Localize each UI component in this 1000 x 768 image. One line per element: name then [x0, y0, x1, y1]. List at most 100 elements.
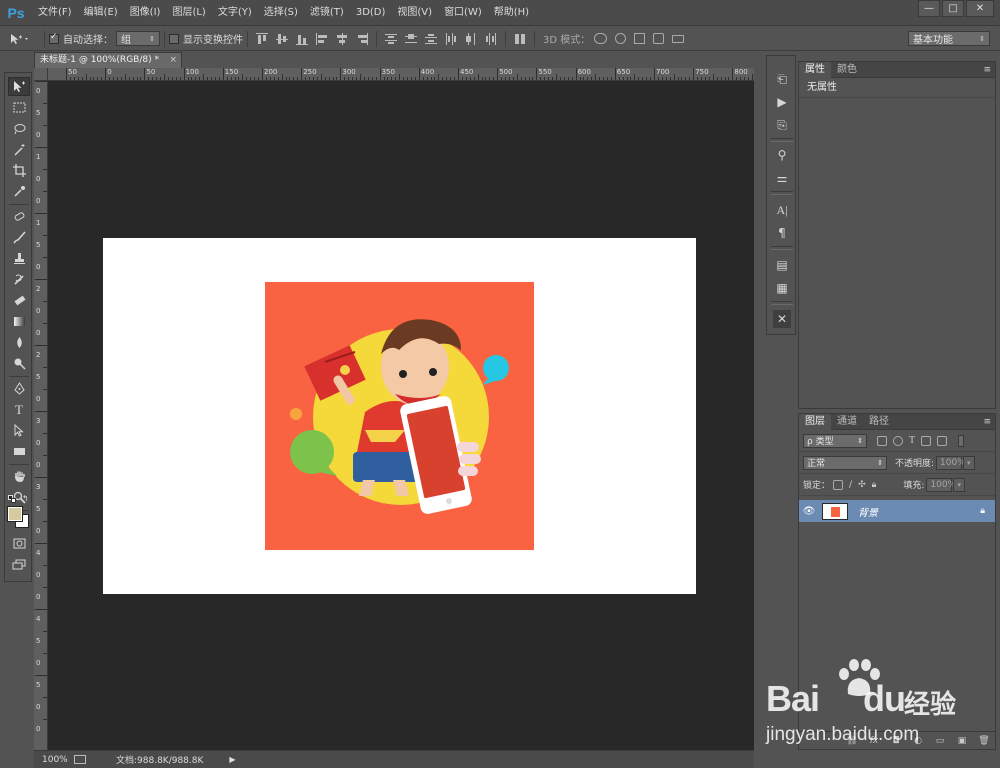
tools-panel-icon[interactable]: ✕	[773, 310, 791, 328]
maximize-button[interactable]: □	[942, 0, 964, 17]
document-tab[interactable]: 未标题-1 @ 100%(RGB/8) * ×	[34, 52, 182, 68]
layer-row-background[interactable]: 👁︎ 背景 🔒︎	[799, 500, 995, 522]
menu-view[interactable]: 视图(V)	[391, 0, 438, 26]
distribute-bottom-icon[interactable]	[425, 33, 437, 45]
menu-filter[interactable]: 滤镜(T)	[304, 0, 350, 26]
filter-toggle-icon[interactable]	[958, 434, 965, 447]
tab-channels[interactable]: 通道	[831, 414, 863, 430]
3d-pan-icon[interactable]	[634, 33, 646, 44]
align-hcenter-icon[interactable]	[336, 32, 348, 45]
fill-field[interactable]: 100%	[926, 477, 956, 492]
path-selection-tool-icon[interactable]	[8, 421, 30, 440]
menu-select[interactable]: 选择(S)	[258, 0, 304, 26]
menu-window[interactable]: 窗口(W)	[438, 0, 488, 26]
notes-panel-icon[interactable]: ▦	[773, 279, 791, 297]
opacity-field[interactable]: 100%	[936, 455, 966, 470]
dodge-tool-icon[interactable]	[8, 354, 30, 373]
lock-position-icon[interactable]: ✣	[858, 480, 866, 490]
filter-pixel-icon[interactable]	[877, 435, 887, 446]
foreground-color-swatch[interactable]	[7, 506, 23, 522]
ruler-origin[interactable]	[34, 68, 48, 81]
quick-mask-icon[interactable]	[8, 534, 30, 553]
marquee-tool-icon[interactable]	[8, 98, 30, 117]
align-top-icon[interactable]	[256, 32, 268, 45]
history-brush-tool-icon[interactable]	[8, 270, 30, 289]
auto-select-option[interactable]: 自动选择：	[49, 31, 113, 46]
tab-color[interactable]: 颜色	[831, 62, 863, 78]
align-right-icon[interactable]	[356, 32, 368, 45]
tab-paths[interactable]: 路径	[863, 414, 895, 430]
type-tool-icon[interactable]: T	[8, 400, 30, 419]
filter-type-icon[interactable]: T	[909, 435, 915, 446]
crop-tool-icon[interactable]	[8, 161, 30, 180]
pen-tool-icon[interactable]	[8, 379, 30, 398]
default-colors-icon[interactable]	[8, 495, 16, 503]
blend-mode-dropdown[interactable]: 正常 ⇕	[803, 455, 887, 470]
menu-help[interactable]: 帮助(H)	[488, 0, 535, 26]
gradient-tool-icon[interactable]	[8, 312, 30, 331]
info-panel-icon[interactable]: ▤	[773, 256, 791, 274]
panel-menu-icon[interactable]: ≡	[983, 62, 991, 78]
filter-adjustment-icon[interactable]	[893, 435, 903, 446]
distribute-left-icon[interactable]	[445, 32, 457, 45]
actions-panel-icon[interactable]: ▶	[773, 93, 791, 111]
menu-layer[interactable]: 图层(L)	[166, 0, 211, 26]
3d-rotate-icon[interactable]	[594, 33, 608, 44]
horizontal-ruler[interactable]: 50 0 50 100 150 200 250 300 350 400 450 500 550 600 65…	[48, 68, 754, 81]
close-button[interactable]: ✕	[966, 0, 994, 17]
magic-wand-tool-icon[interactable]	[8, 140, 30, 159]
move-tool-preset-icon[interactable]	[0, 33, 40, 45]
eyedropper-tool-icon[interactable]	[8, 182, 30, 201]
distribute-hcenter-icon[interactable]	[465, 32, 477, 45]
auto-select-dropdown[interactable]: 组 ⇕	[116, 31, 160, 46]
character-panel-icon[interactable]: A|	[773, 201, 791, 219]
distribute-right-icon[interactable]	[485, 32, 497, 45]
brush-tool-icon[interactable]	[8, 228, 30, 247]
align-vcenter-icon[interactable]	[276, 33, 288, 45]
minimize-button[interactable]: —	[918, 0, 940, 17]
distribute-top-icon[interactable]	[385, 33, 397, 45]
export-icon[interactable]	[74, 755, 86, 764]
3d-slide-icon[interactable]	[653, 33, 665, 44]
canvas-workspace[interactable]	[48, 81, 754, 750]
tab-layers[interactable]: 图层	[799, 414, 831, 430]
zoom-level-field[interactable]: 100%	[34, 755, 70, 765]
brush-presets-panel-icon[interactable]: ⚲	[773, 146, 791, 164]
menu-file[interactable]: 文件(F)	[32, 0, 78, 26]
layer-filter-dropdown[interactable]: ρ 类型 ⇕	[803, 433, 867, 448]
workspace-dropdown[interactable]: 基本功能 ⇕	[908, 31, 990, 46]
menu-image[interactable]: 图像(I)	[124, 0, 167, 26]
align-bottom-icon[interactable]	[296, 33, 308, 45]
screen-mode-icon[interactable]	[8, 555, 30, 574]
swap-colors-icon[interactable]: ↰	[22, 494, 29, 503]
auto-select-checkbox[interactable]	[49, 32, 59, 44]
lock-pixels-icon[interactable]: ∕	[849, 480, 852, 490]
opacity-arrow-icon[interactable]: ▾	[963, 455, 976, 470]
move-tool-icon[interactable]	[8, 77, 30, 96]
clone-source-panel-icon[interactable]: ⎘	[773, 116, 791, 134]
filter-smart-object-icon[interactable]	[937, 435, 948, 446]
layer-name[interactable]: 背景	[858, 504, 878, 519]
vertical-ruler[interactable]: 0 5 0 1 0 0 1 5 0 2 0 0 2 5 0 3 0 0 3 5 0 4 0 0 4 5 0 5 0 0	[34, 81, 48, 750]
tab-close-icon[interactable]: ×	[169, 53, 177, 68]
panel-menu-icon[interactable]: ≡	[983, 414, 991, 430]
healing-brush-tool-icon[interactable]	[8, 207, 30, 226]
menu-3d[interactable]: 3D(D)	[350, 0, 392, 26]
distribute-vcenter-icon[interactable]	[405, 33, 417, 45]
clone-stamp-tool-icon[interactable]	[8, 249, 30, 268]
auto-align-icon[interactable]	[514, 33, 526, 45]
lock-all-icon[interactable]: 🔒︎	[872, 480, 877, 490]
lasso-tool-icon[interactable]	[8, 119, 30, 138]
3d-roll-icon[interactable]	[615, 33, 627, 44]
eraser-tool-icon[interactable]	[8, 291, 30, 310]
lock-transparent-icon[interactable]	[833, 479, 844, 490]
adjustments-panel-icon[interactable]: ⚌	[773, 169, 791, 187]
fill-arrow-icon[interactable]: ▾	[953, 477, 966, 492]
hand-tool-icon[interactable]	[8, 467, 30, 486]
rectangle-tool-icon[interactable]	[8, 442, 30, 461]
status-menu-arrow-icon[interactable]: ▶	[229, 755, 235, 764]
show-transform-checkbox[interactable]	[169, 33, 179, 44]
paragraph-panel-icon[interactable]: ¶	[773, 224, 791, 242]
filter-shape-icon[interactable]	[921, 435, 932, 446]
document-canvas[interactable]	[103, 238, 696, 594]
